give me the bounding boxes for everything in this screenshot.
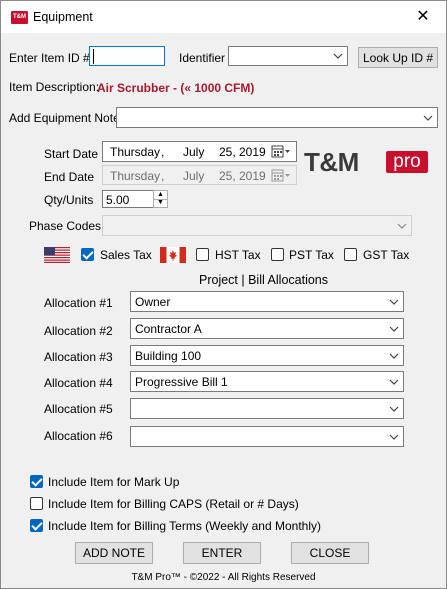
markup-checkbox[interactable] [30,475,43,488]
end-date-picker[interactable]: Thursday , July 25, 2019 [102,165,297,185]
chevron-down-icon [333,53,343,59]
phase-codes-dropdown[interactable] [102,215,412,236]
gst-tax-checkbox[interactable] [344,248,357,261]
sales-tax-label: Sales Tax [100,248,152,262]
end-date-day: 25, [219,169,236,183]
canada-flag-icon [160,247,186,263]
start-date-picker[interactable]: Thursday , July 25, 2019 [102,141,297,162]
equipment-note-label: Add Equipment Note [9,111,120,125]
allocation-6-dropdown[interactable] [130,426,404,447]
window-title: Equipment [33,10,93,24]
app-logo-icon: T&M [11,11,28,24]
billing-terms-label: Include Item for Billing Terms (Weekly a… [48,519,321,533]
equipment-dialog: T&M Equipment ✕ Enter Item ID # Identifi… [0,0,447,589]
allocations-heading: Project | Bill Allocations [199,273,328,287]
chevron-down-icon [389,379,399,385]
hst-tax-checkbox[interactable] [196,248,209,261]
chevron-down-icon [389,434,399,440]
start-date-label: Start Date [44,147,99,161]
chevron-down-icon [389,299,399,305]
qty-value: 5.00 [106,193,130,207]
allocation-1-dropdown[interactable]: Owner [130,291,404,312]
chevron-down-icon [423,115,433,121]
allocation-1-label: Allocation #1 [44,296,113,310]
stepper-down-icon[interactable]: ▼ [154,199,167,207]
close-button[interactable]: CLOSE [291,542,369,564]
pst-tax-label: PST Tax [289,248,334,262]
calendar-icon[interactable] [271,145,291,159]
end-date-label: End Date [44,170,95,184]
identifier-label: Identifier [179,51,226,65]
allocation-4-value: Progressive Bill 1 [135,375,228,389]
lookup-id-button[interactable]: Look Up ID # [358,47,438,68]
footer-copyright: T&M Pro™ - ©2022 - All Rights Reserved [131,572,316,583]
item-id-label: Enter Item ID # [9,51,90,65]
allocation-2-value: Contractor A [135,322,202,336]
markup-label: Include Item for Mark Up [48,475,180,489]
chevron-down-icon [389,326,399,332]
allocation-3-label: Allocation #3 [44,350,113,364]
allocation-5-dropdown[interactable] [130,398,404,419]
gst-tax-label: GST Tax [363,248,410,262]
phase-codes-label: Phase Codes [29,219,102,233]
allocation-6-label: Allocation #6 [44,429,113,443]
billing-terms-checkbox[interactable] [30,519,43,532]
logo-tm-text: T&M [304,147,359,177]
hst-tax-label: HST Tax [215,248,261,262]
enter-button[interactable]: ENTER [183,542,261,564]
item-description-label: Item Description: [9,80,100,94]
chevron-down-icon [389,406,399,412]
end-date-weekday: Thursday [110,169,161,183]
text-caret [93,49,94,64]
allocation-3-value: Building 100 [135,349,202,363]
add-note-button[interactable]: ADD NOTE [75,542,153,564]
allocation-2-label: Allocation #2 [44,324,113,338]
start-date-weekday: Thursday [110,145,161,159]
allocation-3-dropdown[interactable]: Building 100 [130,345,404,366]
item-id-input[interactable] [89,46,165,66]
sales-tax-checkbox[interactable] [81,248,94,261]
start-date-year: 2019 [239,145,266,159]
item-description-value: Air Scrubber - (« 1000 CFM) [97,81,255,95]
chevron-down-icon [397,223,407,229]
pst-tax-checkbox[interactable] [271,248,284,261]
logo-pro-text: pro [386,151,428,173]
qty-label: Qty/Units [44,193,94,207]
equipment-note-dropdown[interactable] [116,107,438,128]
close-window-button[interactable]: ✕ [400,1,446,33]
start-date-day: 25, [219,145,236,159]
identifier-dropdown[interactable] [228,46,348,66]
calendar-icon[interactable] [271,169,291,183]
allocation-1-value: Owner [135,295,171,309]
us-flag-icon [44,247,70,263]
billing-caps-checkbox[interactable] [30,497,43,510]
chevron-down-icon [389,353,399,359]
start-date-month: July [183,145,205,159]
allocation-5-label: Allocation #5 [44,402,113,416]
billing-caps-label: Include Item for Billing CAPS (Retail or… [48,497,299,511]
qty-input[interactable]: 5.00 [102,190,154,208]
end-date-month: July [183,169,205,183]
qty-stepper[interactable]: ▲ ▼ [153,190,168,208]
allocation-2-dropdown[interactable]: Contractor A [130,318,404,339]
title-bar: T&M Equipment ✕ [1,1,446,33]
allocation-4-label: Allocation #4 [44,376,113,390]
end-date-year: 2019 [239,169,266,183]
allocation-4-dropdown[interactable]: Progressive Bill 1 [130,371,404,392]
